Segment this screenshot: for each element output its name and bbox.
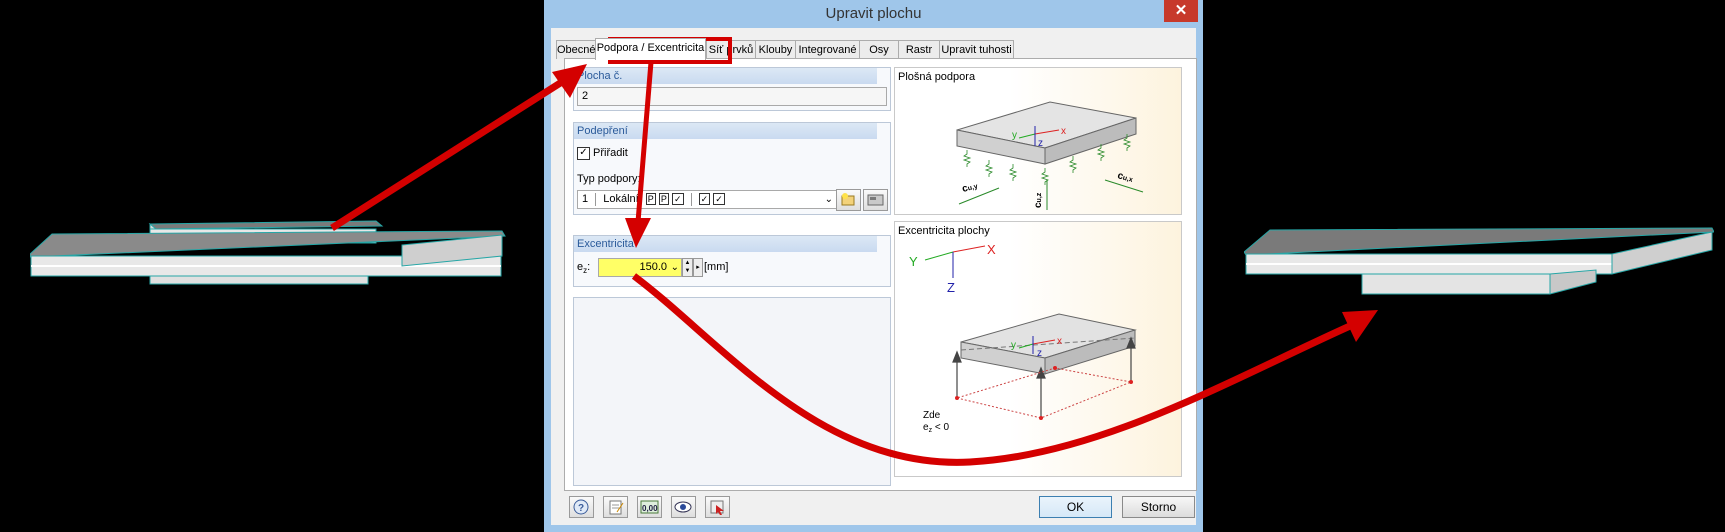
tab-support-eccentricity[interactable]: Podpora / Excentricita xyxy=(595,38,706,60)
arrow-head-eccentricity xyxy=(625,218,651,248)
arrow-to-tab xyxy=(330,77,567,231)
curved-arrow-to-model xyxy=(631,273,1352,466)
arrow-to-eccentricity xyxy=(635,61,654,223)
annotation-overlay xyxy=(330,37,1378,466)
